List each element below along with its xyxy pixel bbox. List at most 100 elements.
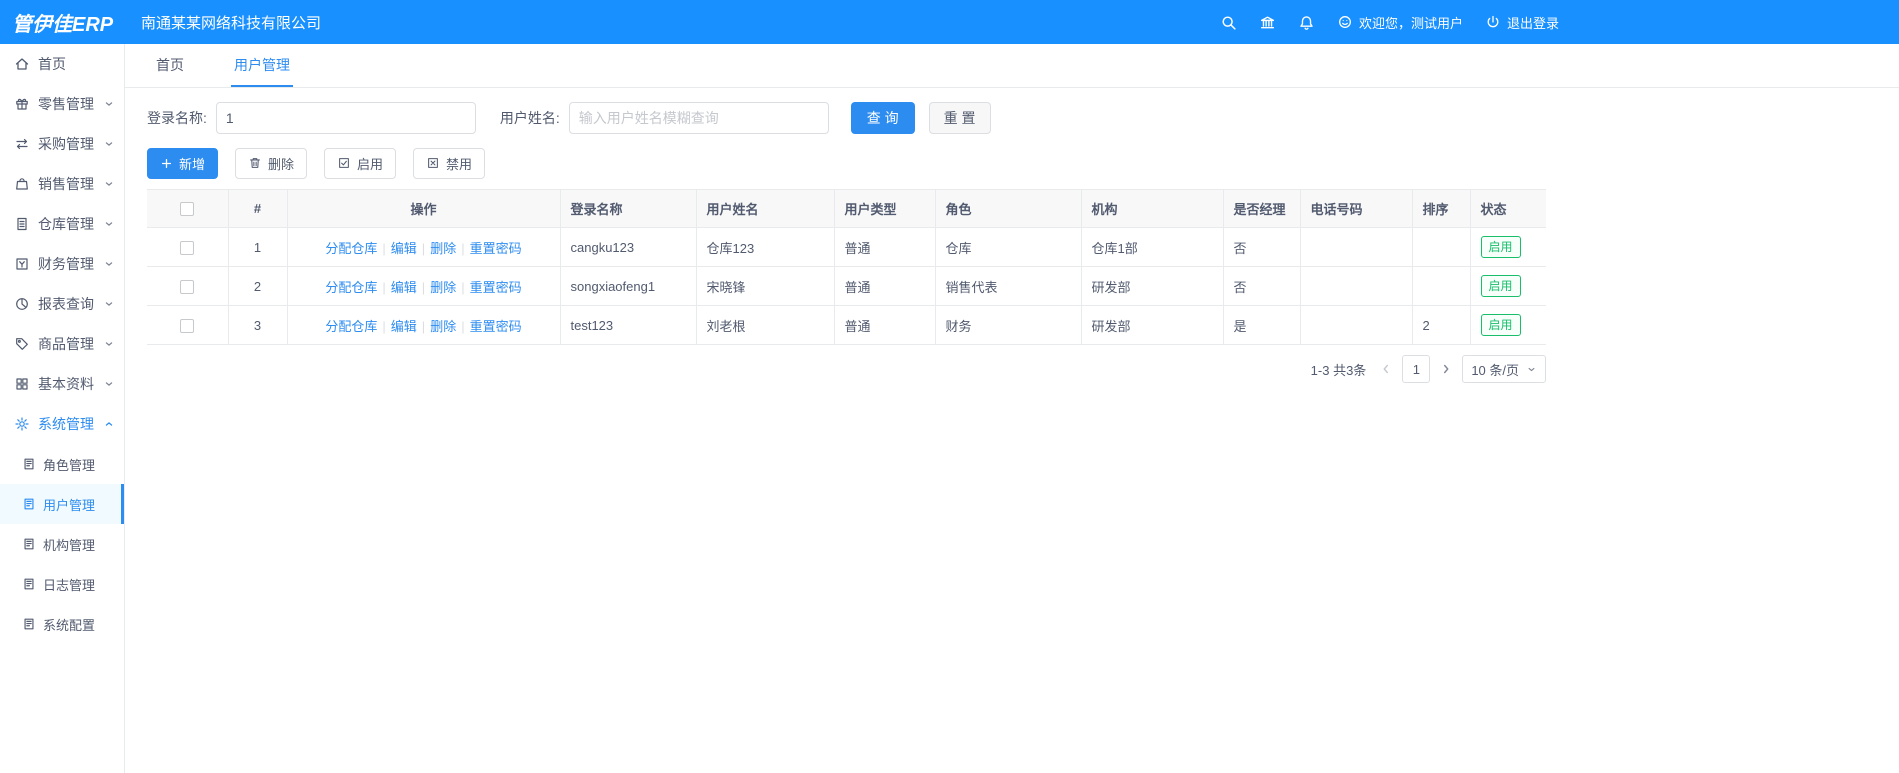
status-cell: 启用 xyxy=(1470,266,1546,306)
config-doc-icon xyxy=(22,617,36,631)
manager-cell: 否 xyxy=(1223,227,1301,267)
pagination: 1-3 共3条 1 10 条/页 xyxy=(147,355,1546,383)
sidebar-item-user-mgmt[interactable]: 用户管理 xyxy=(0,484,124,524)
sidebar-item-home[interactable]: 首页 xyxy=(0,44,124,84)
user-welcome[interactable]: 欢迎您，测试用户 xyxy=(1337,13,1463,32)
role-cell: 仓库 xyxy=(935,227,1082,267)
goods-tag-icon xyxy=(14,336,30,352)
next-page-icon[interactable] xyxy=(1439,362,1453,376)
delete-link[interactable]: 删除 xyxy=(430,319,456,334)
row-checkbox[interactable] xyxy=(180,318,195,333)
chevron-down-icon xyxy=(103,218,115,230)
sidebar: 首页 零售管理 采购管理 销售管理 仓库管理 财务管理 报表查询 商品管理 基本… xyxy=(0,44,125,773)
enable-button[interactable]: 启用 xyxy=(324,147,397,179)
org-cell: 研发部 xyxy=(1081,305,1224,345)
home-shortcut-icon[interactable] xyxy=(1259,14,1276,31)
chevron-down-icon xyxy=(103,258,115,270)
link-separator: | xyxy=(421,279,426,295)
chevron-down-icon xyxy=(103,178,115,190)
sidebar-item-warehouse[interactable]: 仓库管理 xyxy=(0,204,124,244)
edit-link[interactable]: 编辑 xyxy=(391,319,417,334)
search-button[interactable]: 查 询 xyxy=(850,102,915,134)
prev-page-icon[interactable] xyxy=(1379,362,1393,376)
login-name-input[interactable] xyxy=(215,102,476,134)
retail-icon xyxy=(14,96,30,112)
notification-bell-icon[interactable] xyxy=(1298,14,1315,31)
name-cell: 宋晓锋 xyxy=(696,266,835,306)
sidebar-item-org-mgmt[interactable]: 机构管理 xyxy=(0,524,124,564)
company-name: 南通某某网络科技有限公司 xyxy=(141,14,322,32)
status-badge: 启用 xyxy=(1480,275,1521,297)
disable-button-label: 禁用 xyxy=(446,156,473,172)
page-size-select[interactable]: 10 条/页 xyxy=(1462,355,1546,383)
add-button[interactable]: 新增 xyxy=(147,147,219,179)
gear-icon xyxy=(14,416,30,432)
sidebar-item-role-mgmt[interactable]: 角色管理 xyxy=(0,444,124,484)
sidebar-item-goods[interactable]: 商品管理 xyxy=(0,324,124,364)
sidebar-item-retail[interactable]: 零售管理 xyxy=(0,84,124,124)
tab-user-mgmt[interactable]: 用户管理 xyxy=(231,55,293,87)
checkbox-cell xyxy=(147,227,229,267)
org-cell: 仓库1部 xyxy=(1081,227,1224,267)
header-index: # xyxy=(228,189,288,228)
link-separator: | xyxy=(461,240,465,256)
chevron-up-icon xyxy=(103,418,115,430)
checkbox-cell xyxy=(147,305,229,345)
sidebar-item-basic-data[interactable]: 基本资料 xyxy=(0,364,124,404)
sidebar-item-system[interactable]: 系统管理 xyxy=(0,404,124,444)
reset-password-link[interactable]: 重置密码 xyxy=(470,319,522,334)
search-icon[interactable] xyxy=(1220,14,1237,31)
home-icon xyxy=(14,56,30,72)
sidebar-item-reports[interactable]: 报表查询 xyxy=(0,284,124,324)
sidebar-item-finance[interactable]: 财务管理 xyxy=(0,244,124,284)
link-separator: | xyxy=(421,240,426,256)
sidebar-label: 销售管理 xyxy=(38,176,94,192)
warehouse-icon xyxy=(14,216,30,232)
user-name-input[interactable] xyxy=(568,102,829,134)
grid-icon xyxy=(14,376,30,392)
actions-cell: 分配仓库 | 编辑 | 删除 | 重置密码 xyxy=(287,227,561,267)
row-checkbox[interactable] xyxy=(180,240,195,255)
sidebar-item-sales[interactable]: 销售管理 xyxy=(0,164,124,204)
row-checkbox[interactable] xyxy=(180,279,195,294)
org-doc-icon xyxy=(22,537,36,551)
type-cell: 普通 xyxy=(834,305,936,345)
sort-cell xyxy=(1412,227,1471,267)
edit-link[interactable]: 编辑 xyxy=(391,241,417,256)
user-table: # 操作 登录名称 用户姓名 用户类型 角色 机构 是否经理 电话号码 排序 状… xyxy=(147,189,1546,345)
sidebar-item-system-config[interactable]: 系统配置 xyxy=(0,604,124,644)
plus-icon xyxy=(160,157,173,170)
status-cell: 启用 xyxy=(1470,227,1546,267)
sidebar-item-log-mgmt[interactable]: 日志管理 xyxy=(0,564,124,604)
header-login: 登录名称 xyxy=(560,189,697,228)
reset-password-link[interactable]: 重置密码 xyxy=(470,280,522,295)
tab-home[interactable]: 首页 xyxy=(153,55,187,87)
checkbox-cell xyxy=(147,266,229,306)
disable-button[interactable]: 禁用 xyxy=(413,147,486,179)
logout-button[interactable]: 退出登录 xyxy=(1485,13,1559,32)
status-cell: 启用 xyxy=(1470,305,1546,345)
link-separator: | xyxy=(461,318,465,334)
filter-bar: 登录名称: 用户姓名: 查 询 重 置 xyxy=(147,98,1899,138)
reset-password-link[interactable]: 重置密码 xyxy=(470,241,522,256)
edit-link[interactable]: 编辑 xyxy=(391,280,417,295)
add-button-label: 新增 xyxy=(179,156,206,172)
log-doc-icon xyxy=(22,577,36,591)
app-logo: 管伊佳ERP xyxy=(12,13,114,36)
chevron-down-icon xyxy=(103,138,115,150)
delete-link[interactable]: 删除 xyxy=(430,280,456,295)
sidebar-item-purchase[interactable]: 采购管理 xyxy=(0,124,124,164)
delete-link[interactable]: 删除 xyxy=(430,241,456,256)
chevron-down-icon xyxy=(103,298,115,310)
sidebar-label: 商品管理 xyxy=(38,336,94,352)
link-separator: | xyxy=(421,318,426,334)
page-number-button[interactable]: 1 xyxy=(1402,355,1431,383)
delete-button[interactable]: 删除 xyxy=(235,147,308,179)
chevron-down-icon xyxy=(103,378,115,390)
assign-warehouse-link[interactable]: 分配仓库 xyxy=(325,280,377,295)
assign-warehouse-link[interactable]: 分配仓库 xyxy=(325,241,377,256)
actions-cell: 分配仓库 | 编辑 | 删除 | 重置密码 xyxy=(287,266,561,306)
reset-button[interactable]: 重 置 xyxy=(928,102,991,134)
assign-warehouse-link[interactable]: 分配仓库 xyxy=(325,319,377,334)
select-all-checkbox[interactable] xyxy=(180,202,195,217)
